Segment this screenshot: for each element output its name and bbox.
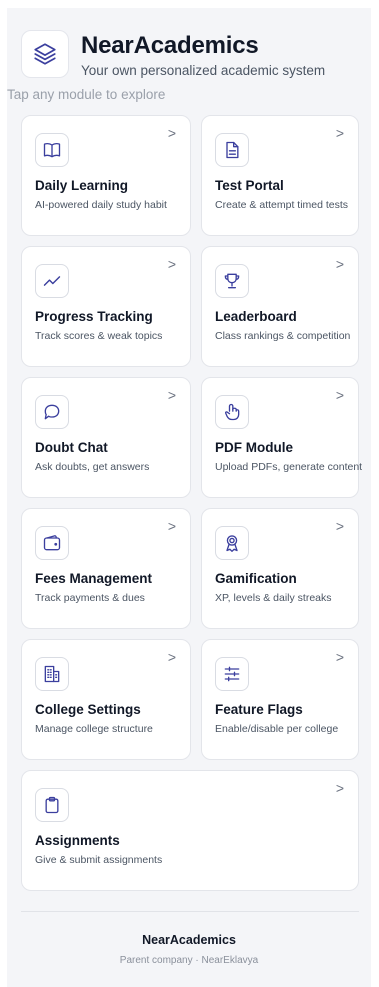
module-description: Upload PDFs, generate content <box>215 461 363 473</box>
module-description: AI-powered daily study habit <box>35 199 167 211</box>
module-title: Leaderboard <box>215 309 297 324</box>
chevron-right-icon: > <box>335 125 344 141</box>
stacked-layers-icon <box>32 41 58 67</box>
module-card-daily-learning[interactable]: > Daily Learning AI-powered daily study … <box>21 115 191 236</box>
module-description: XP, levels & daily streaks <box>215 592 332 604</box>
document-icon <box>215 133 249 167</box>
app-subtitle: Your own personalized academic system <box>81 63 326 78</box>
module-card-college-settings[interactable]: > College Settings Manage college struct… <box>21 639 191 760</box>
module-title: Gamification <box>215 571 297 586</box>
chevron-right-icon: > <box>335 387 344 403</box>
module-title: Doubt Chat <box>35 440 108 455</box>
module-card-feature-flags[interactable]: > Feature Flags Enable/disable per colle… <box>201 639 359 760</box>
module-card-test-portal[interactable]: > Test Portal Create & attempt timed tes… <box>201 115 359 236</box>
footer-title: NearAcademics <box>142 933 236 947</box>
module-title: Daily Learning <box>35 178 129 193</box>
chevron-right-icon: > <box>167 256 176 272</box>
module-card-assignments[interactable]: > Assignments Give & submit assignments <box>21 770 359 891</box>
wallet-icon <box>35 526 69 560</box>
module-title: College Settings <box>35 702 141 717</box>
module-card-doubt-chat[interactable]: > Doubt Chat Ask doubts, get answers <box>21 377 191 498</box>
chat-bubble-icon <box>35 395 69 429</box>
module-card-progress-tracking[interactable]: > Progress Tracking Track scores & weak … <box>21 246 191 367</box>
module-card-pdf-module[interactable]: > PDF Module Upload PDFs, generate conte… <box>201 377 363 498</box>
module-description: Create & attempt timed tests <box>215 199 349 211</box>
chevron-right-icon: > <box>167 518 176 534</box>
open-book-icon <box>35 133 69 167</box>
chevron-right-icon: > <box>335 780 344 796</box>
building-icon <box>35 657 69 691</box>
trend-line-icon <box>35 264 69 298</box>
module-title: Progress Tracking <box>35 309 153 324</box>
module-description: Give & submit assignments <box>35 854 163 866</box>
module-title: Assignments <box>35 833 120 848</box>
module-title: Test Portal <box>215 178 284 193</box>
module-card-gamification[interactable]: > Gamification XP, levels & daily streak… <box>201 508 359 629</box>
chevron-right-icon: > <box>335 649 344 665</box>
award-ribbon-icon <box>215 526 249 560</box>
module-card-leaderboard[interactable]: > Leaderboard Class rankings & competiti… <box>201 246 359 367</box>
sliders-icon <box>215 657 249 691</box>
module-description: Enable/disable per college <box>215 723 339 735</box>
app-logo <box>21 30 69 78</box>
module-description: Track scores & weak topics <box>35 330 163 342</box>
footer-subtitle: Parent company · NearEklavya <box>119 955 259 966</box>
trophy-icon <box>215 264 249 298</box>
clipboard-icon <box>35 788 69 822</box>
app-header: NearAcademics Your own personalized acad… <box>21 30 361 86</box>
module-title: PDF Module <box>215 440 293 455</box>
module-description: Manage college structure <box>35 723 153 735</box>
app-screen: NearAcademics Your own personalized acad… <box>7 8 371 987</box>
chevron-right-icon: > <box>167 387 176 403</box>
chevron-right-icon: > <box>335 518 344 534</box>
app-title: NearAcademics <box>81 32 259 59</box>
module-description: Class rankings & competition <box>215 330 351 342</box>
module-title: Fees Management <box>35 571 153 586</box>
chevron-right-icon: > <box>167 649 176 665</box>
chevron-right-icon: > <box>335 256 344 272</box>
module-title: Feature Flags <box>215 702 303 717</box>
footer-divider <box>21 911 359 912</box>
module-card-fees-management[interactable]: > Fees Management Track payments & dues <box>21 508 191 629</box>
hand-pointer-icon <box>215 395 249 429</box>
module-description: Ask doubts, get answers <box>35 461 150 473</box>
module-description: Track payments & dues <box>35 592 145 604</box>
explore-hint: Tap any module to explore <box>7 87 166 102</box>
chevron-right-icon: > <box>167 125 176 141</box>
